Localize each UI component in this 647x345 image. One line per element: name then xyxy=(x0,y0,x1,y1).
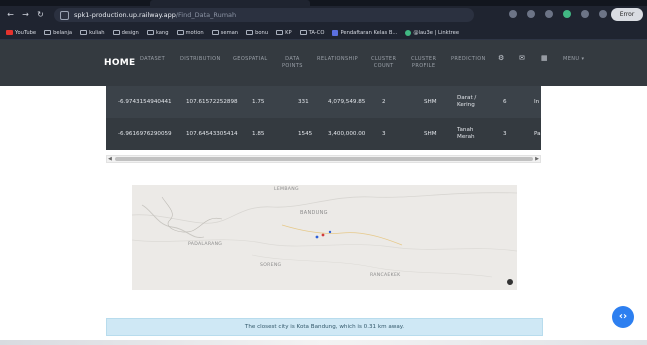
cell-value: 3 xyxy=(503,131,507,137)
site-info-icon[interactable] xyxy=(60,10,69,20)
cell-certificate: SHM xyxy=(424,131,437,137)
folder-icon xyxy=(246,30,254,35)
zoom-icon[interactable] xyxy=(509,10,517,18)
bookmark-folder[interactable]: bonu xyxy=(246,30,268,36)
cell-price: 4,079,549.85 xyxy=(328,99,366,105)
cell-price: 3,400,000.00 xyxy=(328,131,366,137)
map-label-bandung: BANDUNG xyxy=(300,210,328,216)
nav-cluster-count[interactable]: CLUSTER COUNT xyxy=(371,56,396,70)
nav-distribution[interactable]: DISTRIBUTION xyxy=(180,56,221,63)
nav-geospatial[interactable]: GEOSPATIAL xyxy=(233,56,268,63)
cell-truncated: In xyxy=(534,99,540,105)
cell-value: 1545 xyxy=(298,131,313,137)
nav-data-points[interactable]: DATA POINTS xyxy=(282,56,303,70)
cell-latitude: -6.9743154940441 xyxy=(118,99,172,105)
map-label-padalarang: PADALARANG xyxy=(188,242,223,247)
closest-city-alert: The closest city is Kota Bandung, which … xyxy=(106,318,543,336)
address-bar[interactable]: spk1-production.up.railway.app /Find_Dat… xyxy=(54,8,474,22)
cell-value: 3 xyxy=(382,131,386,137)
nav-cluster-profile[interactable]: CLUSTER PROFILE xyxy=(411,56,436,70)
cell-value: 6 xyxy=(503,99,507,105)
nav-home[interactable]: HOME xyxy=(104,58,136,68)
gear-icon[interactable]: ⚙ xyxy=(498,55,505,62)
folder-icon xyxy=(299,30,307,35)
bookmark-form[interactable]: Pendaftaran Kelas B... xyxy=(332,29,397,36)
cell-longitude: 107.61572252898 xyxy=(186,99,238,105)
map-marker[interactable] xyxy=(328,230,332,234)
folder-icon xyxy=(80,30,88,35)
cell-value: 1.85 xyxy=(252,131,265,137)
bookmark-folder[interactable]: TA-CO xyxy=(299,30,324,36)
youtube-icon xyxy=(6,30,13,35)
back-icon[interactable]: ← xyxy=(6,10,15,19)
cell-land-type: Tanah Merah xyxy=(457,127,475,140)
grid-icon[interactable]: ▦ xyxy=(541,55,548,62)
table-row: -6.9616976290059 107.64543305414 1.85 15… xyxy=(106,118,541,150)
folder-icon xyxy=(112,30,120,35)
swap-arrows-button[interactable]: ‹› xyxy=(612,306,634,328)
reload-icon[interactable]: ↻ xyxy=(36,10,45,19)
app-navbar xyxy=(0,40,647,86)
forward-icon[interactable]: → xyxy=(21,10,30,19)
map-tiles xyxy=(132,192,517,278)
nav-menu[interactable]: MENU ▾ xyxy=(563,56,584,63)
taskbar-strip xyxy=(0,340,647,345)
nav-prediction[interactable]: PREDICTION xyxy=(451,56,486,63)
bookmark-folder[interactable]: seman xyxy=(211,30,238,36)
chat-icon[interactable]: ✉ xyxy=(519,55,525,62)
cell-value: 331 xyxy=(298,99,309,105)
nav-relationship[interactable]: RELATIONSHIP xyxy=(317,56,358,63)
cell-value: 1.75 xyxy=(252,99,265,105)
browser-nav-buttons: ← → ↻ xyxy=(6,10,45,19)
cell-latitude: -6.9616976290059 xyxy=(118,131,172,137)
folder-icon xyxy=(176,30,184,35)
map-marker[interactable] xyxy=(315,235,319,239)
bookmark-linktree[interactable]: @lau3e | Linktree xyxy=(405,29,459,36)
table-row: -6.9743154940441 107.61572252898 1.75 33… xyxy=(106,86,541,118)
cell-longitude: 107.64543305414 xyxy=(186,131,238,137)
linktree-icon xyxy=(405,29,412,36)
bookmark-folder[interactable]: kang xyxy=(146,30,169,36)
download-icon[interactable] xyxy=(599,10,607,18)
map-label-soreang: SORENG xyxy=(260,263,282,268)
profile-button[interactable]: Error xyxy=(611,8,643,21)
bookmark-folder[interactable]: belanja xyxy=(44,30,72,36)
scroll-right-icon[interactable]: ▶ xyxy=(535,156,539,162)
bookmark-folder[interactable]: kuliah xyxy=(80,30,105,36)
map-marker[interactable] xyxy=(321,233,325,237)
folder-icon xyxy=(44,30,52,35)
star-icon[interactable] xyxy=(527,10,535,18)
bookmark-youtube[interactable]: YouTube xyxy=(6,30,36,36)
map-view[interactable]: LEMBANG BANDUNG PADALARANG SORENG RANCAE… xyxy=(132,185,517,290)
folder-icon xyxy=(211,30,219,35)
scroll-left-icon[interactable]: ◀ xyxy=(108,156,112,162)
cell-certificate: SHM xyxy=(424,99,437,105)
url-host: spk1-production.up.railway.app xyxy=(74,11,176,19)
cell-truncated: Pa xyxy=(534,131,541,137)
map-label-lembang: LEMBANG xyxy=(274,187,299,192)
bookmark-folder[interactable]: motion xyxy=(176,30,204,36)
active-tab[interactable] xyxy=(150,0,310,6)
cell-land-type: Darat / Kering xyxy=(457,95,477,108)
cell-value: 2 xyxy=(382,99,386,105)
bookmark-folder[interactable]: design xyxy=(112,30,139,36)
bookmarks-bar: YouTube belanja kuliah design kang motio… xyxy=(0,26,647,40)
extension-icons xyxy=(509,10,607,18)
horizontal-scrollbar[interactable]: ◀ ▶ xyxy=(106,155,541,163)
folder-icon xyxy=(146,30,154,35)
extension-icon[interactable] xyxy=(545,10,553,18)
form-icon xyxy=(332,29,339,36)
map-location-icon[interactable] xyxy=(507,279,513,285)
folder-icon xyxy=(276,30,284,35)
extension-icon[interactable] xyxy=(563,10,571,18)
puzzle-icon[interactable] xyxy=(581,10,589,18)
bookmark-folder[interactable]: KP xyxy=(276,30,292,36)
tab-strip xyxy=(0,0,647,6)
scrollbar-thumb[interactable] xyxy=(115,157,533,161)
map-label-rancaekek: RANCAEKEK xyxy=(370,273,401,278)
url-path: /Find_Data_Rumah xyxy=(175,11,237,19)
nav-dataset[interactable]: DATASET xyxy=(140,56,165,63)
